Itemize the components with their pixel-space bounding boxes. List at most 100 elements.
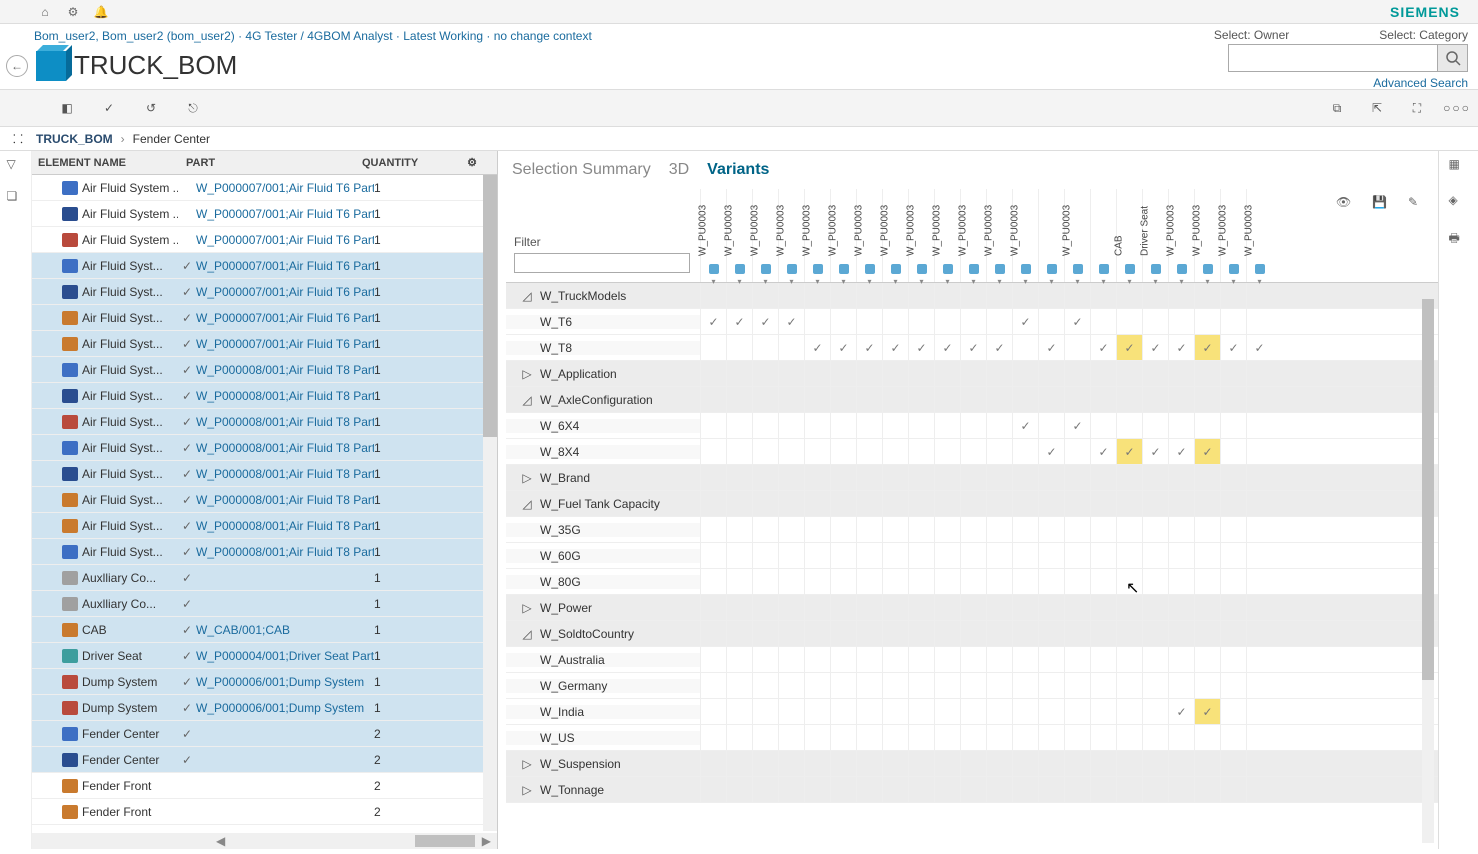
variant-cell[interactable] <box>856 569 882 594</box>
variant-cell[interactable] <box>1038 543 1064 568</box>
variant-cell[interactable] <box>1012 439 1038 464</box>
variant-cell[interactable] <box>1116 569 1142 594</box>
variant-cell[interactable] <box>1090 647 1116 672</box>
expand-icon[interactable]: ◿ <box>520 627 534 641</box>
variant-cell[interactable] <box>1220 283 1246 308</box>
variant-cell[interactable] <box>804 777 830 802</box>
part-link[interactable]: W_P000007/001;Air Fluid T6 Part <box>196 285 374 299</box>
variant-cell[interactable] <box>1246 673 1272 698</box>
variant-cell[interactable] <box>908 491 934 516</box>
variant-cell[interactable] <box>804 465 830 490</box>
variant-cell[interactable] <box>986 725 1012 750</box>
variant-cell[interactable] <box>1116 595 1142 620</box>
variant-cell[interactable] <box>1194 387 1220 412</box>
variant-cell[interactable] <box>804 673 830 698</box>
variant-column-header[interactable]: W_PU0003▾ <box>804 189 830 282</box>
variant-cell[interactable] <box>882 465 908 490</box>
variant-cell[interactable] <box>934 387 960 412</box>
variant-cell[interactable]: ✓ <box>856 335 882 360</box>
variant-cell[interactable] <box>1246 751 1272 776</box>
variant-cell[interactable] <box>986 647 1012 672</box>
variant-cell[interactable] <box>752 335 778 360</box>
variant-cell[interactable] <box>1142 777 1168 802</box>
part-link[interactable]: W_P000006/001;Dump System <box>196 701 374 715</box>
variant-cell[interactable] <box>804 387 830 412</box>
table-row[interactable]: Air Fluid Syst...✓W_P000008/001;Air Flui… <box>32 357 497 383</box>
variant-cell[interactable] <box>1012 751 1038 776</box>
variant-cell[interactable]: ✓ <box>1090 335 1116 360</box>
variant-cell[interactable] <box>856 725 882 750</box>
part-link[interactable]: W_P000008/001;Air Fluid T8 Part <box>196 389 374 403</box>
variant-cell[interactable] <box>1168 309 1194 334</box>
chevron-down-icon[interactable]: ▾ <box>1231 277 1235 286</box>
variant-cell[interactable] <box>804 699 830 724</box>
variant-cell[interactable] <box>700 699 726 724</box>
approve-icon[interactable]: ✓ <box>98 97 120 119</box>
variant-cell[interactable] <box>700 543 726 568</box>
variant-cell[interactable] <box>1090 413 1116 438</box>
variant-cell[interactable] <box>804 647 830 672</box>
variant-cell[interactable] <box>700 335 726 360</box>
variant-cell[interactable]: ✓ <box>1012 413 1038 438</box>
variant-cell[interactable] <box>908 413 934 438</box>
variant-cell[interactable] <box>1246 439 1272 464</box>
variant-cell[interactable] <box>908 751 934 776</box>
variant-cell[interactable]: ✓ <box>908 335 934 360</box>
variant-cell[interactable] <box>882 387 908 412</box>
variant-cell[interactable] <box>700 465 726 490</box>
variant-group-row[interactable]: ◿W_TruckModels <box>506 283 1438 309</box>
variant-cell[interactable] <box>960 387 986 412</box>
variant-cell[interactable] <box>1116 517 1142 542</box>
variant-cell[interactable] <box>1168 647 1194 672</box>
variant-cell[interactable] <box>1090 699 1116 724</box>
variant-cell[interactable] <box>1142 413 1168 438</box>
variant-cell[interactable] <box>960 569 986 594</box>
variant-cell[interactable] <box>700 777 726 802</box>
variant-cell[interactable] <box>1038 361 1064 386</box>
variant-cell[interactable] <box>1168 283 1194 308</box>
scrollbar-thumb[interactable] <box>415 835 475 847</box>
variant-cell[interactable] <box>1194 543 1220 568</box>
part-link[interactable]: W_P000007/001;Air Fluid T6 Part <box>196 259 374 273</box>
variant-cell[interactable] <box>1038 413 1064 438</box>
variant-cell[interactable] <box>1142 621 1168 646</box>
link-icon[interactable]: ◈ <box>1449 193 1469 213</box>
variant-cell[interactable] <box>986 543 1012 568</box>
variant-cell[interactable] <box>1038 621 1064 646</box>
table-row[interactable]: Fender Center✓2 <box>32 721 497 747</box>
variant-cell[interactable]: ✓ <box>1194 699 1220 724</box>
variant-cell[interactable] <box>1194 283 1220 308</box>
variant-cell[interactable] <box>908 569 934 594</box>
variant-leaf-row[interactable]: W_T6✓✓✓✓✓✓ <box>506 309 1438 335</box>
variant-cell[interactable] <box>804 309 830 334</box>
variant-cell[interactable] <box>778 543 804 568</box>
variant-cell[interactable] <box>700 439 726 464</box>
variant-cell[interactable] <box>1090 595 1116 620</box>
variant-cell[interactable] <box>1246 725 1272 750</box>
part-link[interactable]: W_P000008/001;Air Fluid T8 Part <box>196 519 374 533</box>
variant-cell[interactable] <box>700 751 726 776</box>
bookmark-icon[interactable]: ❏ <box>7 189 25 207</box>
variant-cell[interactable] <box>1220 361 1246 386</box>
variant-cell[interactable] <box>908 699 934 724</box>
variant-leaf-row[interactable]: W_80G <box>506 569 1438 595</box>
chevron-down-icon[interactable]: ▾ <box>841 277 845 286</box>
variant-cell[interactable]: ✓ <box>1168 439 1194 464</box>
part-link[interactable]: W_P000006/001;Dump System <box>196 675 374 689</box>
variant-cell[interactable] <box>908 439 934 464</box>
variant-cell[interactable] <box>830 361 856 386</box>
variant-cell[interactable] <box>1142 465 1168 490</box>
table-row[interactable]: Auxlliary Co...✓1 <box>32 591 497 617</box>
variant-cell[interactable]: ✓ <box>1116 439 1142 464</box>
variant-cell[interactable] <box>700 647 726 672</box>
variant-leaf-row[interactable]: W_60G <box>506 543 1438 569</box>
variant-cell[interactable] <box>856 491 882 516</box>
variant-cell[interactable] <box>908 361 934 386</box>
variant-cell[interactable] <box>1090 309 1116 334</box>
variant-cell[interactable] <box>1142 361 1168 386</box>
variant-cell[interactable] <box>1090 491 1116 516</box>
share-icon[interactable]: ⎋ <box>182 97 204 119</box>
variant-cell[interactable] <box>882 595 908 620</box>
variant-cell[interactable] <box>986 569 1012 594</box>
path-root[interactable]: TRUCK_BOM <box>36 132 113 146</box>
